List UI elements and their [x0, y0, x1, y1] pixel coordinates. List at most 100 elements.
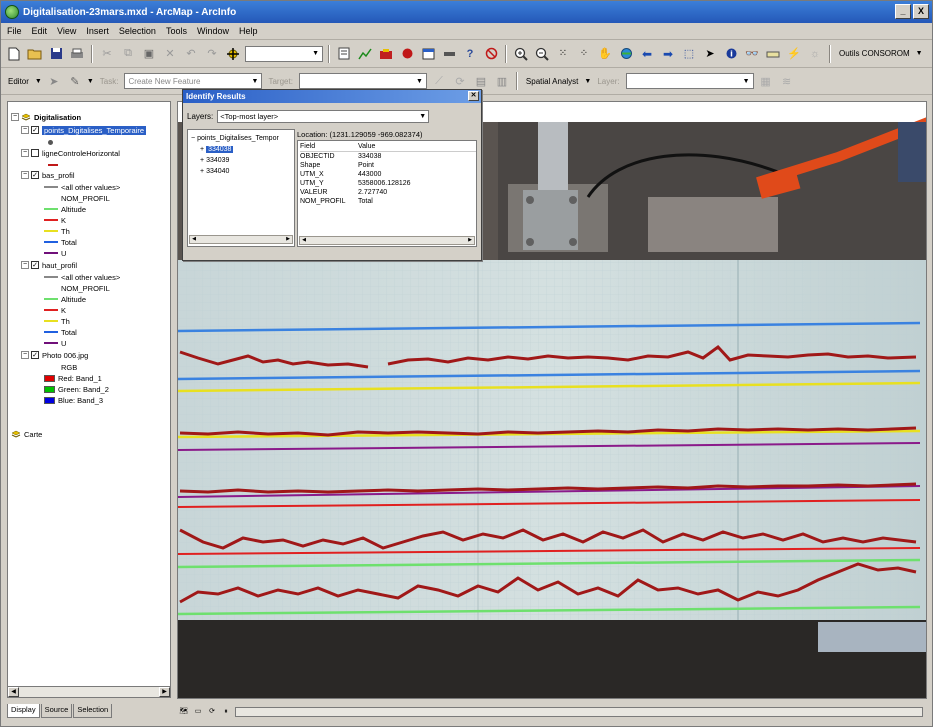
- redo-icon[interactable]: ↷: [203, 45, 221, 63]
- attribute-row[interactable]: NOM_PROFIL Total: [300, 198, 373, 207]
- target-combo[interactable]: ▼: [298, 73, 427, 89]
- map-scale-combo[interactable]: ▼: [245, 45, 323, 62]
- attribute-horizontal-scrollbar[interactable]: ◀ ▶: [299, 236, 475, 245]
- open-folder-icon[interactable]: [26, 45, 44, 63]
- paste-icon[interactable]: ▣: [140, 45, 158, 63]
- scroll-left-icon[interactable]: ◀: [300, 237, 308, 244]
- print-icon[interactable]: [68, 45, 86, 63]
- zoom-in-icon[interactable]: [512, 45, 530, 63]
- layer-visibility-checkbox[interactable]: [31, 149, 39, 157]
- tab-source[interactable]: Source: [40, 704, 73, 718]
- identify-title-bar[interactable]: Identify Results ✕: [183, 90, 481, 103]
- fixed-zoom-in-icon[interactable]: ⁙: [554, 45, 572, 63]
- rotate-tool-icon[interactable]: ⟳: [451, 72, 469, 90]
- menu-view[interactable]: View: [57, 26, 76, 36]
- fixed-zoom-out-icon[interactable]: ⁘: [575, 45, 593, 63]
- delete-icon[interactable]: ✕: [161, 45, 179, 63]
- no-entry-icon[interactable]: [482, 45, 500, 63]
- identify-layers-combo[interactable]: <Top-most layer> ▼: [217, 110, 430, 123]
- collapse-icon[interactable]: −: [21, 149, 29, 157]
- pan-hand-icon[interactable]: ✋: [596, 45, 614, 63]
- collapse-icon[interactable]: −: [11, 113, 19, 121]
- outils-consorom-menu[interactable]: Outils CONSOROM: [836, 49, 913, 58]
- menu-insert[interactable]: Insert: [86, 26, 109, 36]
- tree-feature[interactable]: + 334039: [200, 155, 229, 165]
- editor-toolbar-icon[interactable]: [335, 45, 353, 63]
- layout-view-icon[interactable]: ▭: [193, 707, 203, 717]
- data-frame-carte[interactable]: Carte: [11, 428, 42, 440]
- editor-menu[interactable]: Editor: [5, 77, 32, 86]
- close-button[interactable]: X: [913, 4, 929, 19]
- scroll-right-icon[interactable]: ▶: [466, 237, 474, 244]
- hyperlink-icon[interactable]: ⚡: [785, 45, 803, 63]
- save-icon[interactable]: [47, 45, 65, 63]
- minimize-button[interactable]: _: [895, 4, 911, 19]
- collapse-icon[interactable]: −: [21, 261, 29, 269]
- menu-tools[interactable]: Tools: [166, 26, 187, 36]
- layer-photo[interactable]: − ✓ Photo 006.jpg: [21, 349, 88, 361]
- layer-visibility-checkbox[interactable]: ✓: [31, 351, 39, 359]
- command-line-icon[interactable]: [398, 45, 416, 63]
- expand-icon[interactable]: +: [200, 157, 204, 164]
- tree-feature[interactable]: + 334038: [200, 144, 234, 154]
- tab-selection[interactable]: Selection: [73, 704, 113, 718]
- menu-file[interactable]: File: [7, 26, 22, 36]
- pause-drawing-icon[interactable]: ⏸: [221, 707, 231, 717]
- identify-icon[interactable]: i: [722, 45, 740, 63]
- layer-bas-profil[interactable]: − ✓ bas_profil: [21, 169, 75, 181]
- select-features-icon[interactable]: ⬚: [680, 45, 698, 63]
- attribute-row[interactable]: Shape Point: [300, 162, 374, 171]
- contour-icon[interactable]: ≋: [778, 72, 796, 90]
- add-data-icon[interactable]: [224, 45, 242, 63]
- collapse-icon[interactable]: −: [21, 171, 29, 179]
- scroll-right-icon[interactable]: ▶: [159, 687, 170, 697]
- tab-display[interactable]: Display: [7, 704, 40, 718]
- collapse-icon[interactable]: −: [21, 126, 29, 134]
- layer-visibility-checkbox[interactable]: ✓: [31, 126, 39, 134]
- new-document-icon[interactable]: [5, 45, 23, 63]
- close-icon[interactable]: ✕: [468, 91, 479, 101]
- catalog-icon[interactable]: [419, 45, 437, 63]
- scroll-right-icon[interactable]: ▶: [284, 236, 292, 243]
- tree-horizontal-scrollbar[interactable]: ◀ ▶: [189, 235, 293, 244]
- layer-visibility-checkbox[interactable]: ✓: [31, 171, 39, 179]
- menu-selection[interactable]: Selection: [119, 26, 156, 36]
- time-slider-icon[interactable]: ☼: [806, 45, 824, 63]
- sketch-pencil-icon[interactable]: ✎: [66, 72, 84, 90]
- spatial-analyst-menu[interactable]: Spatial Analyst: [523, 77, 581, 86]
- title-bar[interactable]: Digitalisation-23mars.mxd - ArcMap - Arc…: [1, 1, 932, 23]
- attribute-row[interactable]: UTM_Y 5358006.128126: [300, 180, 411, 189]
- model-builder-icon[interactable]: [440, 45, 458, 63]
- edit-tool-arrow-icon[interactable]: ➤: [45, 72, 63, 90]
- tree-feature[interactable]: + 334040: [200, 166, 229, 176]
- menu-edit[interactable]: Edit: [32, 26, 48, 36]
- tree-root[interactable]: − points_Digitalises_Tempor: [191, 133, 279, 143]
- data-view-icon[interactable]: 🗺: [179, 707, 189, 717]
- whats-this-icon[interactable]: ?: [461, 45, 479, 63]
- find-binoculars-icon[interactable]: 👓: [743, 45, 761, 63]
- zoom-out-icon[interactable]: [533, 45, 551, 63]
- collapse-icon[interactable]: −: [21, 351, 29, 359]
- full-extent-icon[interactable]: [617, 45, 635, 63]
- layer-visibility-checkbox[interactable]: ✓: [31, 261, 39, 269]
- expand-icon[interactable]: +: [200, 146, 204, 153]
- histogram-icon[interactable]: ▦: [757, 72, 775, 90]
- back-extent-icon[interactable]: ⬅: [638, 45, 656, 63]
- toc-root[interactable]: − Digitalisation: [11, 111, 81, 123]
- graph-icon[interactable]: [356, 45, 374, 63]
- menu-window[interactable]: Window: [197, 26, 229, 36]
- undo-icon[interactable]: ↶: [182, 45, 200, 63]
- select-elements-arrow-icon[interactable]: ➤: [701, 45, 719, 63]
- layer-haut-profil[interactable]: − ✓ haut_profil: [21, 259, 77, 271]
- attributes-icon[interactable]: ▤: [472, 72, 490, 90]
- collapse-icon[interactable]: −: [191, 135, 195, 142]
- spatial-layer-combo[interactable]: ▼: [625, 73, 754, 89]
- split-tool-icon[interactable]: ⟋: [430, 72, 448, 90]
- scroll-left-icon[interactable]: ◀: [190, 236, 198, 243]
- arctoolbox-icon[interactable]: [377, 45, 395, 63]
- layer-points-digitalises[interactable]: − ✓ points_Digitalises_Temporaire: [21, 124, 147, 136]
- task-combo[interactable]: Create New Feature ▼: [124, 73, 263, 89]
- scroll-left-icon[interactable]: ◀: [8, 687, 19, 697]
- menu-help[interactable]: Help: [239, 26, 258, 36]
- copy-icon[interactable]: ⧉: [119, 45, 137, 63]
